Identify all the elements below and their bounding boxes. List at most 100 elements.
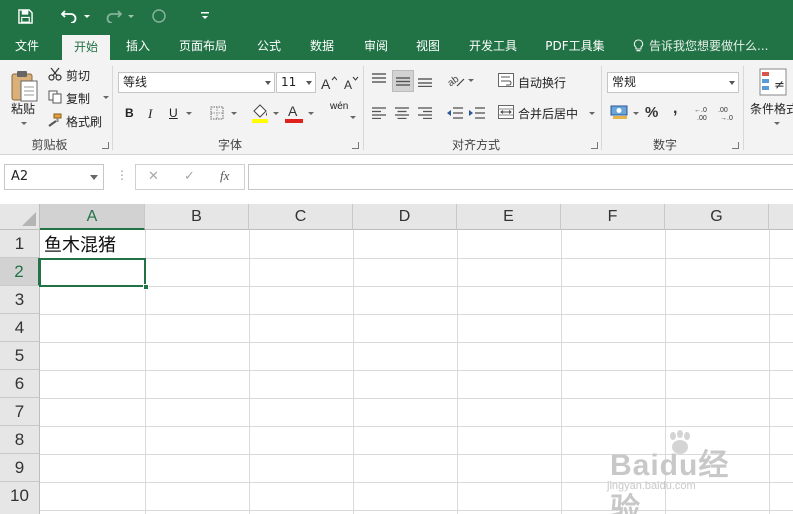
cell-a1[interactable]: 鱼木混猪: [44, 231, 116, 257]
underline-button[interactable]: U: [169, 106, 178, 120]
tab-view[interactable]: 视图: [406, 32, 450, 60]
chevron-down-icon[interactable]: [90, 175, 98, 180]
tab-home[interactable]: 开始: [62, 35, 110, 60]
wrap-text-label[interactable]: 自动换行: [518, 74, 566, 91]
comma-button[interactable]: ,: [673, 100, 677, 118]
touch-mode-icon[interactable]: [150, 6, 168, 26]
row-header-1[interactable]: 1: [0, 230, 40, 258]
formula-bar-grip-icon[interactable]: ⋮: [116, 168, 128, 182]
copy-label[interactable]: 复制: [66, 90, 90, 107]
tab-insert[interactable]: 插入: [116, 32, 160, 60]
bold-button[interactable]: B: [125, 106, 134, 120]
merge-center-icon[interactable]: [498, 104, 514, 120]
merge-dropdown-icon[interactable]: [589, 112, 595, 115]
tab-file[interactable]: 文件: [6, 32, 48, 60]
tab-pdf-tools[interactable]: PDF工具集: [536, 32, 614, 60]
cell-a2-selection[interactable]: [39, 258, 146, 287]
decrease-decimal-icon[interactable]: .00 →.0: [718, 104, 736, 122]
copy-dropdown-icon[interactable]: [103, 96, 109, 99]
row-header-9[interactable]: 9: [0, 454, 40, 482]
formula-input[interactable]: [248, 164, 793, 190]
increase-font-icon[interactable]: A: [320, 73, 338, 93]
align-left-icon[interactable]: [370, 104, 388, 122]
tab-formulas[interactable]: 公式: [248, 32, 290, 60]
undo-dropdown-icon[interactable]: [84, 15, 90, 18]
align-right-icon[interactable]: [416, 104, 434, 122]
customize-qat-icon[interactable]: [198, 6, 212, 26]
tab-review[interactable]: 审阅: [354, 32, 398, 60]
currency-dropdown-icon[interactable]: [633, 112, 639, 115]
row-header-8[interactable]: 8: [0, 426, 40, 454]
select-all-button[interactable]: [0, 204, 40, 230]
align-middle-icon[interactable]: [392, 70, 414, 92]
format-painter-icon[interactable]: [47, 112, 63, 128]
enter-icon[interactable]: ✓: [184, 169, 195, 184]
fill-color-dropdown-icon[interactable]: [273, 112, 279, 115]
increase-decimal-icon[interactable]: ←.0.00: [694, 104, 712, 122]
italic-button[interactable]: I: [148, 106, 152, 122]
cancel-icon[interactable]: ✕: [148, 169, 159, 184]
column-header-h-partial[interactable]: [769, 204, 793, 230]
save-icon[interactable]: [14, 6, 36, 26]
number-launcher-icon[interactable]: [732, 142, 739, 149]
align-bottom-icon[interactable]: [416, 72, 434, 90]
border-dropdown-icon[interactable]: [231, 112, 237, 115]
column-header-e[interactable]: E: [457, 204, 561, 230]
increase-indent-icon[interactable]: [468, 104, 486, 122]
align-center-icon[interactable]: [393, 104, 411, 122]
column-header-f[interactable]: F: [561, 204, 665, 230]
cut-label[interactable]: 剪切: [66, 67, 90, 84]
font-size-combo[interactable]: 11: [276, 72, 316, 93]
alignment-launcher-icon[interactable]: [591, 142, 598, 149]
merge-center-label[interactable]: 合并后居中: [518, 105, 578, 122]
copy-icon[interactable]: [47, 89, 63, 105]
wrap-text-icon[interactable]: [498, 72, 514, 88]
redo-icon[interactable]: [103, 6, 125, 26]
row-header-4[interactable]: 4: [0, 314, 40, 342]
conditional-formatting-dropdown-icon[interactable]: [774, 122, 780, 125]
column-header-g[interactable]: G: [665, 204, 769, 230]
row-header-3[interactable]: 3: [0, 286, 40, 314]
format-painter-label[interactable]: 格式刷: [66, 113, 102, 130]
undo-icon[interactable]: [58, 6, 80, 26]
name-box[interactable]: A2: [4, 164, 104, 190]
conditional-formatting-label[interactable]: 条件格式: [750, 100, 793, 117]
row-header-6[interactable]: 6: [0, 370, 40, 398]
column-header-b[interactable]: B: [145, 204, 249, 230]
tab-data[interactable]: 数据: [300, 32, 344, 60]
tell-me-search[interactable]: 告诉我您想要做什么...: [633, 32, 768, 60]
row-header-5[interactable]: 5: [0, 342, 40, 370]
chevron-down-icon[interactable]: [265, 81, 271, 85]
fill-handle[interactable]: [143, 284, 149, 290]
font-color-icon[interactable]: A: [285, 103, 303, 123]
insert-function-icon[interactable]: fx: [220, 168, 229, 184]
phonetic-guide-button[interactable]: wén: [330, 101, 348, 112]
decrease-indent-icon[interactable]: [446, 104, 464, 122]
clipboard-launcher-icon[interactable]: [102, 142, 109, 149]
tab-page-layout[interactable]: 页面布局: [170, 32, 236, 60]
underline-dropdown-icon[interactable]: [186, 112, 192, 115]
chevron-down-icon[interactable]: [729, 81, 735, 85]
font-color-dropdown-icon[interactable]: [308, 112, 314, 115]
column-header-c[interactable]: C: [249, 204, 353, 230]
column-header-d[interactable]: D: [353, 204, 457, 230]
conditional-formatting-icon[interactable]: ≠: [757, 66, 789, 98]
column-header-a[interactable]: A: [40, 204, 145, 230]
row-header-10[interactable]: 10: [0, 482, 40, 514]
scissors-icon[interactable]: [47, 66, 63, 82]
currency-icon[interactable]: [609, 103, 631, 121]
paste-dropdown-icon[interactable]: [21, 122, 27, 125]
tab-developer[interactable]: 开发工具: [460, 32, 526, 60]
font-name-combo[interactable]: 等线: [118, 72, 275, 93]
chevron-down-icon[interactable]: [306, 81, 312, 85]
border-icon[interactable]: [208, 104, 226, 122]
orientation-icon[interactable]: ab: [446, 70, 466, 90]
redo-dropdown-icon[interactable]: [128, 15, 134, 18]
paste-label[interactable]: 粘贴: [11, 100, 35, 117]
decrease-font-icon[interactable]: A: [342, 73, 360, 93]
align-top-icon[interactable]: [370, 70, 388, 88]
fill-color-icon[interactable]: [251, 103, 269, 123]
row-header-7[interactable]: 7: [0, 398, 40, 426]
percent-button[interactable]: %: [645, 104, 658, 121]
row-header-2[interactable]: 2: [0, 258, 40, 286]
